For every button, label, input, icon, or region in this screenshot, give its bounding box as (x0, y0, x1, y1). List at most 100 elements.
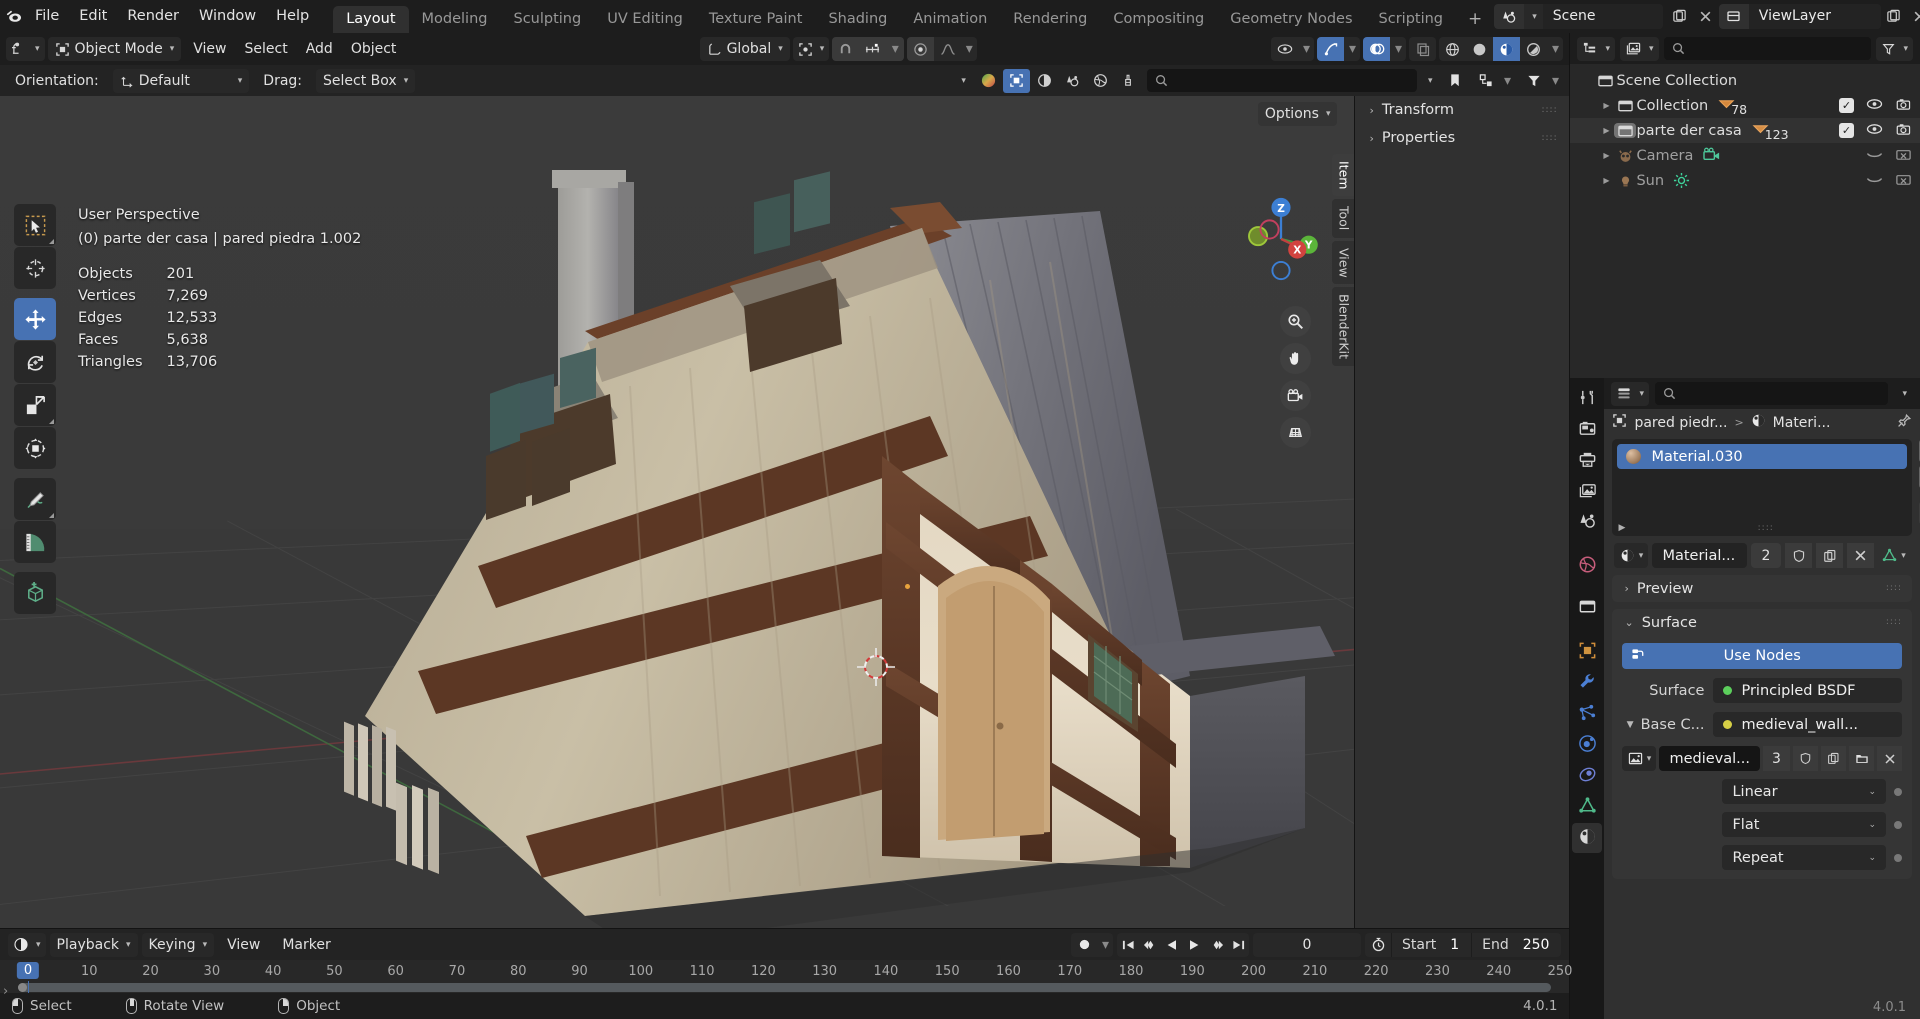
menu-edit[interactable]: Edit (69, 0, 117, 33)
new-viewlayer-icon[interactable] (1881, 4, 1907, 29)
overlays-icon[interactable] (1363, 37, 1391, 61)
filter-id-icon[interactable]: ▾ (1620, 36, 1659, 61)
chevron-down-icon[interactable]: ▾ (961, 76, 966, 86)
workspace-tab-uv-editing[interactable]: UV Editing (594, 6, 696, 33)
tool-tab[interactable] (1572, 384, 1602, 414)
texture-users-count[interactable]: 3 (1763, 746, 1790, 771)
constraints-tab[interactable] (1572, 761, 1602, 791)
bookmark-icon[interactable] (1443, 69, 1467, 93)
tool-props-icon[interactable] (1115, 69, 1142, 93)
chevron-down-icon[interactable]: ▼ (1627, 720, 1634, 730)
render-tab[interactable] (1572, 415, 1602, 445)
proportional-falloff-icon[interactable] (934, 37, 961, 61)
disclosure-triangle-icon[interactable]: ▶ (1598, 176, 1614, 185)
timeline-scrollbar[interactable] (18, 983, 1552, 992)
chevron-down-icon[interactable]: ▾ (1390, 37, 1406, 61)
workspace-tab-modeling[interactable]: Modeling (409, 6, 501, 33)
workspace-tab-texture-paint[interactable]: Texture Paint (696, 6, 816, 33)
viewport-menu-select[interactable]: Select (236, 37, 297, 61)
collection-tab[interactable] (1572, 594, 1602, 624)
outliner-row[interactable]: ▶ Sun (1570, 168, 1920, 193)
modifiers-tab[interactable] (1572, 668, 1602, 698)
material-slot-list[interactable]: Material.030 ▶ :::: + − ▾ (1612, 439, 1920, 536)
tool-search-input[interactable] (1146, 69, 1417, 92)
exclude-collection-checkbox[interactable]: ✓ (1839, 98, 1854, 113)
options-dropdown[interactable]: Options ▾ (1257, 102, 1338, 126)
sidebar-tab-view[interactable]: View (1332, 240, 1355, 285)
outliner-item-name[interactable]: Sun (1636, 173, 1664, 189)
menu-render[interactable]: Render (117, 0, 189, 33)
snap-magnet-icon[interactable] (832, 37, 860, 61)
workspace-tab-shading[interactable]: Shading (815, 6, 900, 33)
chevron-down-icon[interactable]: ▾ (1896, 389, 1913, 399)
properties-search-input[interactable] (1655, 382, 1889, 405)
shading-rendered-icon[interactable] (1520, 37, 1547, 61)
unlink-icon[interactable] (1693, 4, 1719, 29)
zoom-icon[interactable] (1280, 306, 1312, 337)
viewlayer-tab[interactable] (1572, 477, 1602, 507)
end-frame-value[interactable]: 250 (1519, 933, 1562, 957)
play-icon[interactable] (1183, 933, 1205, 957)
playback-menu[interactable]: Playback ▾ (49, 932, 138, 957)
copy-new-icon[interactable] (1816, 543, 1843, 568)
workspace-tab-compositing[interactable]: Compositing (1100, 6, 1217, 33)
render-icon[interactable] (975, 69, 1002, 93)
outliner-row[interactable]: ▶ Collection 78 ✓ (1570, 93, 1920, 118)
funnel-filter-icon[interactable] (1520, 69, 1547, 93)
sort-icon[interactable] (1472, 69, 1499, 93)
xray-icon[interactable] (1409, 37, 1436, 61)
outliner-row[interactable]: ▶ Camera (1570, 143, 1920, 168)
timeline-ruler[interactable]: › 0 10 20 30 40 50 60 70 80 90 100 110 120 130 140 150 1… (0, 960, 1572, 999)
keying-menu[interactable]: Keying ▾ (141, 932, 215, 957)
render-visibility-camera-icon[interactable] (1895, 172, 1912, 190)
transform-orientation-selector[interactable]: Global ▾ (699, 37, 790, 61)
projection-select[interactable]: Flat ⌄ (1722, 812, 1886, 837)
new-scene-icon[interactable] (1667, 4, 1693, 29)
scale-tool[interactable] (14, 384, 56, 426)
add-cube-tool[interactable] (14, 572, 56, 614)
mesh-data-triangle-icon[interactable]: ▾ (1878, 543, 1910, 568)
play-reverse-icon[interactable] (1161, 933, 1183, 957)
properties-editor-icon[interactable]: ▾ (1611, 381, 1649, 406)
pin-icon[interactable] (1896, 413, 1912, 433)
animate-property-dot[interactable] (1894, 853, 1902, 862)
chevron-down-icon[interactable]: ▾ (1428, 76, 1433, 86)
surface-panel-header[interactable]: ⌄ Surface :::: (1612, 609, 1912, 636)
pivot-point-icon[interactable]: ▾ (792, 37, 830, 61)
particles-tab[interactable] (1572, 699, 1602, 729)
preview-panel-header[interactable]: › Preview :::: (1612, 575, 1912, 602)
sidebar-section-properties[interactable]: › Properties :::: (1355, 124, 1569, 152)
texture-name-field[interactable]: medieval... (1659, 746, 1760, 771)
timeline-editor-icon[interactable]: ▾ (8, 932, 46, 957)
chevron-down-icon[interactable]: ▾ (1298, 37, 1314, 61)
chevron-down-icon[interactable]: ▾ (886, 37, 905, 61)
jump-to-end-icon[interactable] (1227, 933, 1249, 957)
gizmo-icon[interactable] (1317, 37, 1345, 61)
interpolation-select[interactable]: Linear ⌄ (1722, 779, 1886, 804)
drag-dropdown[interactable]: Select Box ▾ (316, 68, 416, 93)
disclosure-triangle-icon[interactable]: ▶ (1598, 151, 1614, 160)
viewlayer-name[interactable]: ViewLayer (1748, 4, 1881, 29)
chevron-down-icon[interactable]: ▾ (1344, 37, 1360, 61)
remove-viewlayer-icon[interactable] (1907, 4, 1920, 29)
data-tab[interactable] (1572, 792, 1602, 822)
animate-property-dot[interactable] (1894, 787, 1902, 796)
resize-grip-icon[interactable]: :::: (1758, 523, 1774, 532)
material-tab[interactable] (1572, 823, 1603, 853)
viewlayer-props-icon[interactable] (1031, 69, 1058, 93)
shading-wireframe-icon[interactable] (1439, 37, 1466, 61)
annotate-tool[interactable] (14, 478, 56, 520)
eye-visibility-icon[interactable] (1866, 148, 1883, 164)
snap-increment-icon[interactable] (859, 37, 887, 61)
folder-open-icon[interactable] (1849, 746, 1874, 771)
outliner-item-name[interactable]: Collection (1636, 98, 1708, 114)
outliner-search-input[interactable] (1663, 37, 1872, 60)
camera-view-icon[interactable] (1280, 380, 1312, 411)
workspace-tab-geometry-nodes[interactable]: Geometry Nodes (1217, 6, 1365, 33)
scene-tab[interactable] (1572, 508, 1602, 538)
chevron-down-icon[interactable]: ▾ (961, 37, 977, 61)
jump-prev-keyframe-icon[interactable] (1139, 933, 1161, 957)
sidebar-section-transform[interactable]: › Transform :::: (1355, 96, 1569, 124)
x-unlink-icon[interactable] (1847, 543, 1874, 568)
expand-filter-icon[interactable]: ▶ (1618, 523, 1625, 533)
